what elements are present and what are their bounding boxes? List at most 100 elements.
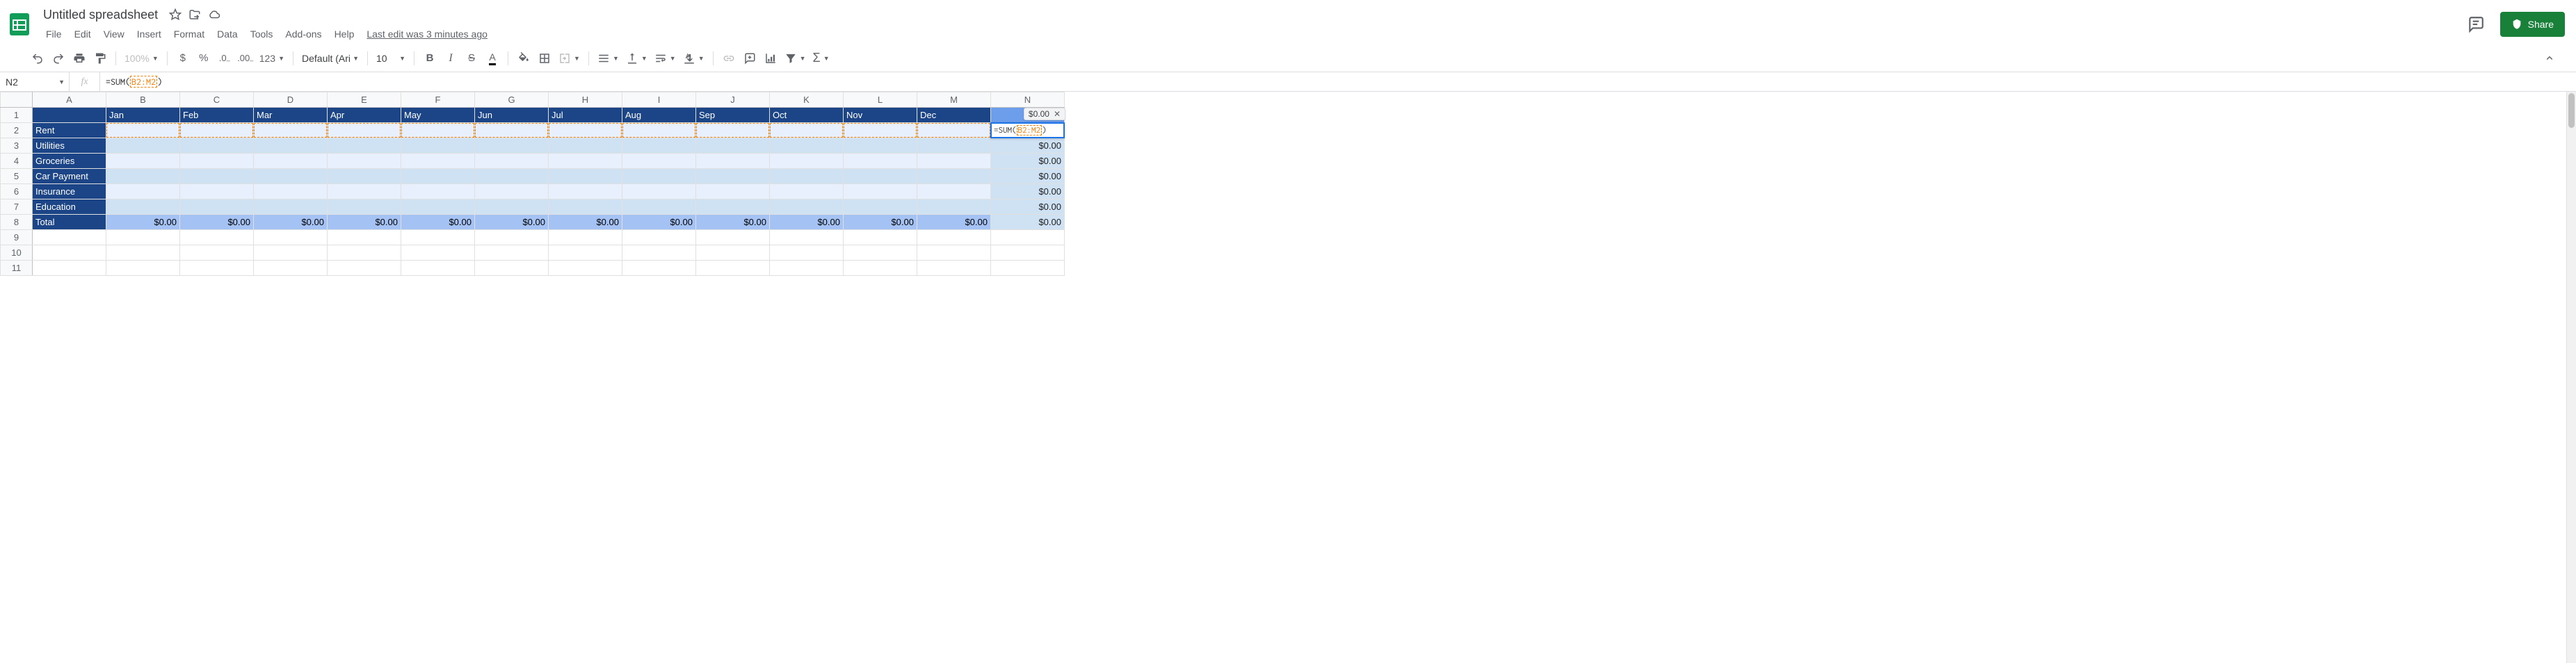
last-edit-link[interactable]: Last edit was 3 minutes ago (361, 26, 493, 42)
cell-K2[interactable] (770, 123, 844, 138)
cell-N3[interactable]: $0.00 (991, 138, 1065, 154)
row-header-9[interactable]: 9 (1, 230, 33, 245)
font-size-dropdown[interactable]: 10▼ (373, 49, 408, 68)
row-header-2[interactable]: 2 (1, 123, 33, 138)
col-header-I[interactable]: I (622, 92, 696, 108)
cell-D8[interactable]: $0.00 (254, 215, 328, 230)
strikethrough-button[interactable]: S (462, 49, 481, 68)
text-wrap-dropdown[interactable]: ▼ (652, 49, 679, 68)
functions-dropdown[interactable]: Σ▼ (810, 49, 832, 68)
star-icon[interactable] (169, 8, 182, 21)
print-button[interactable] (70, 49, 89, 68)
cell-J8[interactable]: $0.00 (696, 215, 770, 230)
col-header-J[interactable]: J (696, 92, 770, 108)
vertical-scrollbar[interactable] (2566, 92, 2576, 663)
col-header-D[interactable]: D (254, 92, 328, 108)
menu-addons[interactable]: Add-ons (280, 26, 327, 42)
cell-N4[interactable]: $0.00 (991, 154, 1065, 169)
format-currency-button[interactable]: $ (173, 49, 193, 68)
cell-H8[interactable]: $0.00 (549, 215, 622, 230)
borders-button[interactable] (535, 49, 554, 68)
menu-view[interactable]: View (98, 26, 130, 42)
menu-insert[interactable]: Insert (131, 26, 167, 42)
row-header-3[interactable]: 3 (1, 138, 33, 154)
cell-editor[interactable]: =SUM(B2:M2) (990, 122, 1065, 138)
cell-G8[interactable]: $0.00 (475, 215, 549, 230)
cell-J2[interactable] (696, 123, 770, 138)
undo-button[interactable] (28, 49, 47, 68)
col-header-N[interactable]: N (991, 92, 1065, 108)
move-to-folder-icon[interactable] (188, 8, 201, 21)
sheets-logo[interactable] (6, 10, 33, 38)
row-header-8[interactable]: 8 (1, 215, 33, 230)
row-header-10[interactable]: 10 (1, 245, 33, 261)
cell-C1[interactable]: Feb (180, 108, 254, 123)
menu-format[interactable]: Format (168, 26, 210, 42)
text-rotation-dropdown[interactable]: ▼ (680, 49, 707, 68)
menu-data[interactable]: Data (211, 26, 243, 42)
share-button[interactable]: Share (2500, 12, 2565, 37)
cell-F2[interactable] (401, 123, 475, 138)
cell-A2[interactable]: Rent (33, 123, 106, 138)
cell-F1[interactable]: May (401, 108, 475, 123)
cell-H2[interactable] (549, 123, 622, 138)
col-header-B[interactable]: B (106, 92, 180, 108)
name-box[interactable]: N2▼ (0, 72, 70, 91)
row-header-4[interactable]: 4 (1, 154, 33, 169)
redo-button[interactable] (49, 49, 68, 68)
row-header-1[interactable]: 1 (1, 108, 33, 123)
increase-decimal-button[interactable]: .00_ (236, 49, 255, 68)
col-header-H[interactable]: H (549, 92, 622, 108)
text-color-button[interactable]: A (483, 49, 502, 68)
col-header-F[interactable]: F (401, 92, 475, 108)
row-header-5[interactable]: 5 (1, 169, 33, 184)
cell-H1[interactable]: Jul (549, 108, 622, 123)
more-formats-dropdown[interactable]: 123▼ (257, 49, 287, 68)
menu-edit[interactable]: Edit (69, 26, 97, 42)
cell-I8[interactable]: $0.00 (622, 215, 696, 230)
cell-N5[interactable]: $0.00 (991, 169, 1065, 184)
cell-A5[interactable]: Car Payment (33, 169, 106, 184)
italic-button[interactable]: I (441, 49, 460, 68)
cell-A8[interactable]: Total (33, 215, 106, 230)
col-header-G[interactable]: G (475, 92, 549, 108)
insert-comment-button[interactable] (740, 49, 759, 68)
row-header-6[interactable]: 6 (1, 184, 33, 199)
col-header-L[interactable]: L (844, 92, 917, 108)
cell-A6[interactable]: Insurance (33, 184, 106, 199)
zoom-dropdown[interactable]: 100%▼ (122, 49, 161, 68)
horizontal-align-dropdown[interactable]: ▼ (595, 49, 622, 68)
cloud-status-icon[interactable] (208, 8, 220, 21)
format-percent-button[interactable]: % (194, 49, 214, 68)
scrollbar-thumb[interactable] (2568, 93, 2575, 128)
cell-F8[interactable]: $0.00 (401, 215, 475, 230)
menu-file[interactable]: File (40, 26, 67, 42)
cell-J1[interactable]: Sep (696, 108, 770, 123)
cell-E8[interactable]: $0.00 (328, 215, 401, 230)
vertical-align-dropdown[interactable]: ▼ (623, 49, 650, 68)
menu-tools[interactable]: Tools (245, 26, 279, 42)
cell-N7[interactable]: $0.00 (991, 199, 1065, 215)
col-header-E[interactable]: E (328, 92, 401, 108)
cell-C2[interactable] (180, 123, 254, 138)
cell-N8[interactable]: $0.00 (991, 215, 1065, 230)
cell-A3[interactable]: Utilities (33, 138, 106, 154)
row-header-11[interactable]: 11 (1, 261, 33, 276)
font-family-dropdown[interactable]: Default (Ari…▼ (299, 49, 362, 68)
comments-icon[interactable] (2463, 11, 2489, 38)
fill-color-button[interactable] (514, 49, 533, 68)
merge-cells-dropdown[interactable]: ▼ (556, 49, 583, 68)
cell-K1[interactable]: Oct (770, 108, 844, 123)
col-header-A[interactable]: A (33, 92, 106, 108)
document-title[interactable]: Untitled spreadsheet (39, 6, 162, 24)
cell-N2[interactable]: $0.00 ✕ =SUM(B2:M2) (991, 123, 1065, 138)
cell-B2[interactable] (106, 123, 180, 138)
formula-input[interactable]: =SUM(B2:M2) (100, 76, 2576, 88)
filter-dropdown[interactable]: ▼ (782, 49, 809, 68)
menu-help[interactable]: Help (329, 26, 360, 42)
select-all-corner[interactable] (1, 92, 33, 108)
cell-M8[interactable]: $0.00 (917, 215, 991, 230)
insert-chart-button[interactable] (761, 49, 780, 68)
insert-link-button[interactable] (719, 49, 739, 68)
spreadsheet-grid[interactable]: A B C D E F G H I J K L M N 1 Jan Feb Ma… (0, 92, 2576, 663)
